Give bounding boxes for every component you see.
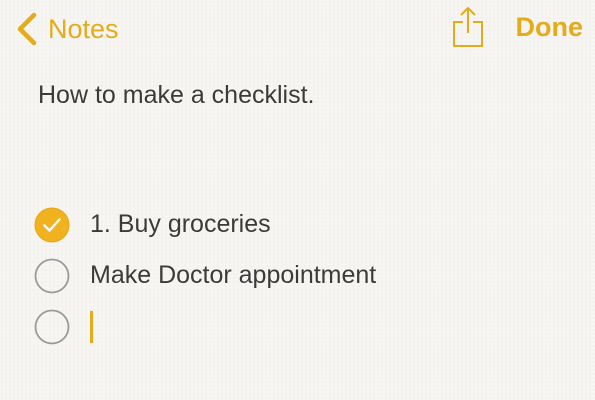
checklist-item-checked[interactable]: 1. Buy groceries: [34, 199, 574, 250]
checklist: 1. Buy groceries Make Doctor appointment: [34, 199, 574, 352]
checklist-item-unchecked[interactable]: Make Doctor appointment: [34, 250, 574, 301]
checkmark-circle-filled-icon[interactable]: [34, 207, 70, 243]
done-button[interactable]: Done: [516, 14, 584, 41]
checklist-item-text[interactable]: Make Doctor appointment: [90, 263, 376, 288]
share-icon: [453, 7, 483, 47]
share-button[interactable]: [452, 6, 484, 48]
note-title[interactable]: How to make a checklist.: [38, 80, 315, 110]
text-cursor: [90, 310, 93, 343]
empty-circle-icon[interactable]: [34, 258, 70, 294]
empty-circle-icon[interactable]: [34, 309, 70, 345]
back-button-label: Notes: [48, 13, 119, 44]
chevron-left-icon: [17, 12, 37, 46]
back-to-notes-button[interactable]: Notes: [14, 10, 119, 48]
navigation-bar: Notes Done: [0, 0, 595, 58]
checklist-item-text[interactable]: 1. Buy groceries: [90, 212, 271, 237]
checklist-item-editing[interactable]: [34, 301, 574, 352]
